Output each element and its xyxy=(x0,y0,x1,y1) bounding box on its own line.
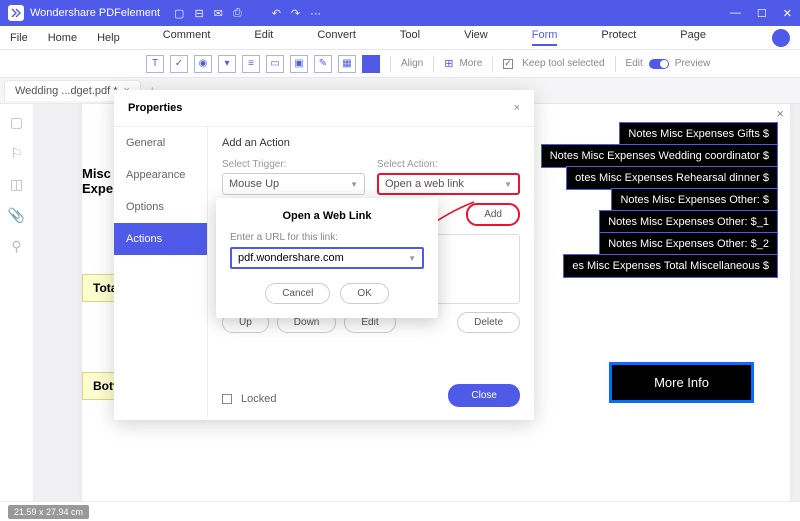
checkbox-icon[interactable]: ✓ xyxy=(170,55,188,73)
chevron-down-icon: ▼ xyxy=(408,254,416,263)
properties-close-icon[interactable]: × xyxy=(514,102,520,114)
close-button[interactable]: Close xyxy=(448,384,520,407)
tab-general[interactable]: General xyxy=(114,127,207,159)
more-label[interactable]: More xyxy=(459,58,482,69)
chevron-down-icon: ▼ xyxy=(504,180,512,189)
edit-mode-label: Edit xyxy=(626,58,643,69)
panel-close-icon[interactable]: × xyxy=(776,106,784,121)
form-field[interactable]: otes Misc Expenses Rehearsal dinner $ xyxy=(566,166,778,190)
delete-button[interactable]: Delete xyxy=(457,312,520,333)
form-field[interactable]: Notes Misc Expenses Gifts $ xyxy=(619,122,778,146)
trigger-label: Select Trigger: xyxy=(222,159,365,170)
image-icon[interactable]: ▣ xyxy=(290,55,308,73)
app-logo-icon xyxy=(8,5,24,21)
close-icon[interactable]: ✕ xyxy=(783,7,792,20)
menu-tool[interactable]: Tool xyxy=(400,29,420,46)
signature-icon[interactable]: ✎ xyxy=(314,55,332,73)
align-dropdown[interactable]: Align xyxy=(401,58,423,69)
ok-button[interactable]: OK xyxy=(340,283,388,304)
status-bar: 21.59 x 27.94 cm xyxy=(0,501,800,521)
locked-label: Locked xyxy=(241,393,276,405)
search-icon[interactable]: ⚲ xyxy=(11,238,21,255)
url-input-label: Enter a URL for this link: xyxy=(230,232,424,243)
list-icon[interactable]: ≡ xyxy=(242,55,260,73)
properties-title: Properties xyxy=(128,102,182,114)
text-field-icon[interactable]: T xyxy=(146,55,164,73)
left-sidebar: ▢ ⚐ ◫ 📎 ⚲ xyxy=(0,104,34,501)
url-input[interactable]: pdf.wondershare.com▼ xyxy=(230,247,424,269)
cancel-button[interactable]: Cancel xyxy=(265,283,330,304)
more-info-button[interactable]: More Info xyxy=(609,362,754,403)
page-dimensions: 21.59 x 27.94 cm xyxy=(8,505,89,519)
misc-heading: Misc Expe xyxy=(82,166,113,196)
add-button[interactable]: Add xyxy=(466,203,520,226)
url-dialog: Open a Web Link Enter a URL for this lin… xyxy=(216,198,438,318)
menu-home[interactable]: Home xyxy=(48,32,77,44)
attachments-icon[interactable]: 📎 xyxy=(8,207,25,224)
date-icon[interactable]: ▦ xyxy=(338,55,356,73)
form-field[interactable]: Notes Misc Expenses Other: $ xyxy=(611,188,778,212)
menu-bar: File Home Help Comment Edit Convert Tool… xyxy=(0,26,800,50)
redo-icon[interactable]: ↷ xyxy=(291,7,300,20)
title-bar: Wondershare PDFelement ▢ ⊟ ✉ ⎙ ↶ ↷ ⋯ ― ☐… xyxy=(0,0,800,26)
form-field[interactable]: Notes Misc Expenses Wedding coordinator … xyxy=(541,144,778,168)
edit-preview-toggle[interactable] xyxy=(649,59,669,69)
form-field[interactable]: es Misc Expenses Total Miscellaneous $ xyxy=(563,254,778,278)
url-dialog-title: Open a Web Link xyxy=(230,210,424,222)
form-field[interactable]: Notes Misc Expenses Other: $_2 xyxy=(599,232,778,256)
menu-protect[interactable]: Protect xyxy=(601,29,636,46)
action-label: Select Action: xyxy=(377,159,520,170)
action-select[interactable]: Open a web link▼ xyxy=(377,173,520,195)
menu-comment[interactable]: Comment xyxy=(163,29,211,46)
bookmarks-icon[interactable]: ⚐ xyxy=(10,145,23,162)
app-name: Wondershare PDFelement xyxy=(30,7,160,19)
tab-title: Wedding ...dget.pdf * xyxy=(15,85,118,97)
keep-tool-checkbox[interactable] xyxy=(503,59,513,69)
undo-icon[interactable]: ↶ xyxy=(272,7,281,20)
menu-file[interactable]: File xyxy=(10,32,28,44)
menu-edit[interactable]: Edit xyxy=(254,29,273,46)
preview-mode-label: Preview xyxy=(675,58,711,69)
locked-checkbox[interactable] xyxy=(222,394,232,404)
minimize-icon[interactable]: ― xyxy=(730,7,741,20)
add-action-heading: Add an Action xyxy=(222,137,520,149)
layers-icon[interactable]: ◫ xyxy=(10,176,23,193)
titlebar-quick-icons: ▢ ⊟ ✉ ⎙ ↶ ↷ ⋯ xyxy=(174,7,321,20)
properties-tabs: General Appearance Options Actions xyxy=(114,127,208,417)
form-field[interactable]: Notes Misc Expenses Other: $_1 xyxy=(599,210,778,234)
maximize-icon[interactable]: ☐ xyxy=(757,7,767,20)
more-tools-icon[interactable]: ⊞ xyxy=(444,57,453,70)
keep-tool-label: Keep tool selected xyxy=(522,58,604,69)
trigger-select[interactable]: Mouse Up▼ xyxy=(222,173,365,195)
tab-options[interactable]: Options xyxy=(114,191,207,223)
menu-view[interactable]: View xyxy=(464,29,488,46)
save-icon[interactable]: ⊟ xyxy=(194,7,203,20)
mail-icon[interactable]: ✉ xyxy=(214,7,223,20)
tab-appearance[interactable]: Appearance xyxy=(114,159,207,191)
radio-icon[interactable]: ◉ xyxy=(194,55,212,73)
menu-form[interactable]: Form xyxy=(532,29,558,46)
tab-actions[interactable]: Actions xyxy=(114,223,207,255)
form-toolbar: T ✓ ◉ ▾ ≡ ▭ ▣ ✎ ▦ Align ⊞ More Keep tool… xyxy=(0,50,800,78)
thumbnails-icon[interactable]: ▢ xyxy=(10,114,23,131)
combo-icon[interactable]: ▾ xyxy=(218,55,236,73)
chevron-down-icon: ▼ xyxy=(350,180,358,189)
user-avatar-icon[interactable] xyxy=(772,29,790,47)
menu-help[interactable]: Help xyxy=(97,32,120,44)
print-icon[interactable]: ⎙ xyxy=(233,7,242,20)
more-icon[interactable]: ⋯ xyxy=(310,7,321,20)
menu-page[interactable]: Page xyxy=(680,29,706,46)
menu-convert[interactable]: Convert xyxy=(317,29,356,46)
button-icon[interactable]: ▭ xyxy=(266,55,284,73)
open-icon[interactable]: ▢ xyxy=(174,7,184,20)
eraser-icon[interactable] xyxy=(362,55,380,73)
